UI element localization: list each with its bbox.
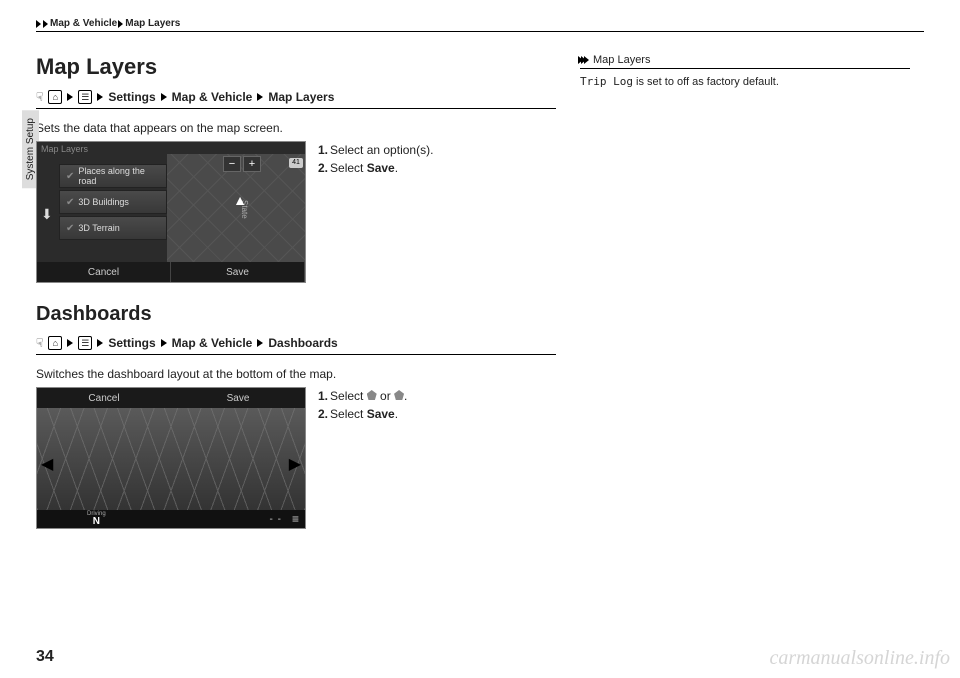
- direction-value: N: [87, 517, 106, 527]
- screenshot-map-layers: Map Layers State ▲ − + 41 ⬇ ✔Places alon…: [36, 141, 306, 283]
- vehicle-cursor-icon: ▲: [233, 192, 247, 208]
- save-button[interactable]: Save: [171, 262, 305, 282]
- section2-steps: 1.Select or . 2.Select Save.: [318, 387, 407, 423]
- main-content: Map Layers ☟ ⌂ ☰ Settings Map & Vehicle …: [36, 54, 556, 529]
- list-item-label: Places along the road: [78, 166, 160, 186]
- page-number: 34: [36, 648, 54, 666]
- step-text: .: [395, 407, 398, 421]
- menu-icon[interactable]: ≡: [292, 512, 299, 526]
- breadcrumb: Map & Vehicle Map Layers: [36, 18, 924, 29]
- chevron-right-icon: [97, 339, 103, 347]
- map-view: [37, 408, 305, 510]
- divider: [36, 354, 556, 355]
- nav-group: Map & Vehicle: [172, 336, 253, 350]
- layer-item-3d-buildings[interactable]: ✔ 3D Buildings: [59, 190, 167, 214]
- list-icon: ☰: [78, 90, 92, 104]
- arrow-right-icon[interactable]: ▶: [289, 454, 301, 474]
- chevron-right-icon: [43, 20, 48, 28]
- heading-map-layers: Map Layers: [36, 54, 556, 80]
- chevron-right-icon: [67, 339, 73, 347]
- pentagon-left-icon: [367, 390, 377, 400]
- pentagon-right-icon: [394, 390, 404, 400]
- nav-page: Map Layers: [268, 90, 334, 104]
- tip-body: Trip Log is set to off as factory defaul…: [580, 75, 910, 88]
- tip-column: Map Layers Trip Log is set to off as fac…: [580, 54, 910, 529]
- list-item-label: 3D Terrain: [78, 223, 119, 233]
- action-buttons: Cancel Save: [37, 262, 305, 282]
- zoom-out-button[interactable]: −: [223, 156, 241, 172]
- dashboard-bar: Driving N - - ≡: [37, 510, 305, 528]
- hand-icon: ☟: [36, 336, 43, 350]
- step-text: .: [395, 161, 398, 175]
- section1-steps: 1.Select an option(s). 2.Select Save.: [318, 141, 433, 177]
- nav-path-dashboards: ☟ ⌂ ☰ Settings Map & Vehicle Dashboards: [36, 336, 556, 350]
- cancel-button[interactable]: Cancel: [37, 262, 171, 282]
- screen-title: Map Layers: [41, 144, 88, 154]
- chevron-right-icon: [257, 93, 263, 101]
- nav-settings: Settings: [108, 336, 155, 350]
- tip-keyword: Trip Log: [580, 75, 633, 88]
- home-icon: ⌂: [48, 336, 62, 350]
- layer-item-3d-terrain[interactable]: ✔ 3D Terrain: [59, 216, 167, 240]
- dashboard-value: - -: [270, 514, 282, 525]
- nav-group: Map & Vehicle: [172, 90, 253, 104]
- section1-description: Sets the data that appears on the map sc…: [36, 121, 556, 135]
- crumb-page: Map Layers: [125, 18, 180, 29]
- step-text: Select: [330, 407, 367, 421]
- step-keyword: Save: [367, 161, 395, 175]
- step-text: .: [404, 389, 407, 403]
- tip-title: Map Layers: [593, 54, 650, 66]
- step-keyword: Save: [367, 407, 395, 421]
- chevron-right-icon: [36, 20, 41, 28]
- action-buttons: Cancel Save: [37, 388, 305, 408]
- step-text: Select: [330, 161, 367, 175]
- direction-indicator: Driving N: [87, 511, 106, 527]
- layer-item-places[interactable]: ✔ Places along the road: [59, 164, 167, 188]
- step-text: Select an option(s).: [330, 143, 433, 157]
- check-icon: ✔: [66, 223, 74, 234]
- tip-chevrons-icon: [580, 56, 589, 64]
- nav-path-map-layers: ☟ ⌂ ☰ Settings Map & Vehicle Map Layers: [36, 90, 556, 104]
- step-text: or: [377, 389, 394, 403]
- chevron-right-icon: [118, 20, 123, 28]
- watermark: carmanualsonline.info: [769, 647, 950, 670]
- chevron-right-icon: [67, 93, 73, 101]
- speed-limit-icon: 41: [289, 158, 303, 168]
- check-icon: ✔: [66, 171, 74, 182]
- step-text: Select: [330, 389, 367, 403]
- check-icon: ✔: [66, 197, 74, 208]
- zoom-in-button[interactable]: +: [243, 156, 261, 172]
- section2-description: Switches the dashboard layout at the bot…: [36, 367, 556, 381]
- zoom-controls: − +: [223, 156, 261, 172]
- home-icon: ⌂: [48, 90, 62, 104]
- divider: [580, 68, 910, 69]
- chevron-right-icon: [257, 339, 263, 347]
- save-button[interactable]: Save: [171, 388, 305, 408]
- divider: [36, 108, 556, 109]
- nav-settings: Settings: [108, 90, 155, 104]
- hand-icon: ☟: [36, 90, 43, 104]
- crumb-group: Map & Vehicle: [50, 18, 117, 29]
- divider: [36, 31, 924, 32]
- tip-text: is set to off as factory default.: [633, 76, 779, 88]
- tip-header: Map Layers: [580, 54, 910, 66]
- list-icon: ☰: [78, 336, 92, 350]
- chevron-right-icon: [97, 93, 103, 101]
- arrow-left-icon[interactable]: ◀: [41, 454, 53, 474]
- layer-list: ✔ Places along the road ✔ 3D Buildings ✔ 3D…: [59, 164, 167, 240]
- cancel-button[interactable]: Cancel: [37, 388, 171, 408]
- chevron-right-icon: [161, 339, 167, 347]
- screenshot-dashboards: Cancel Save ◀ ▶ Driving N - - ≡: [36, 387, 306, 529]
- scroll-down-icon: ⬇: [41, 206, 53, 223]
- list-item-label: 3D Buildings: [78, 197, 129, 207]
- nav-page: Dashboards: [268, 336, 337, 350]
- heading-dashboards: Dashboards: [36, 303, 556, 326]
- chevron-right-icon: [161, 93, 167, 101]
